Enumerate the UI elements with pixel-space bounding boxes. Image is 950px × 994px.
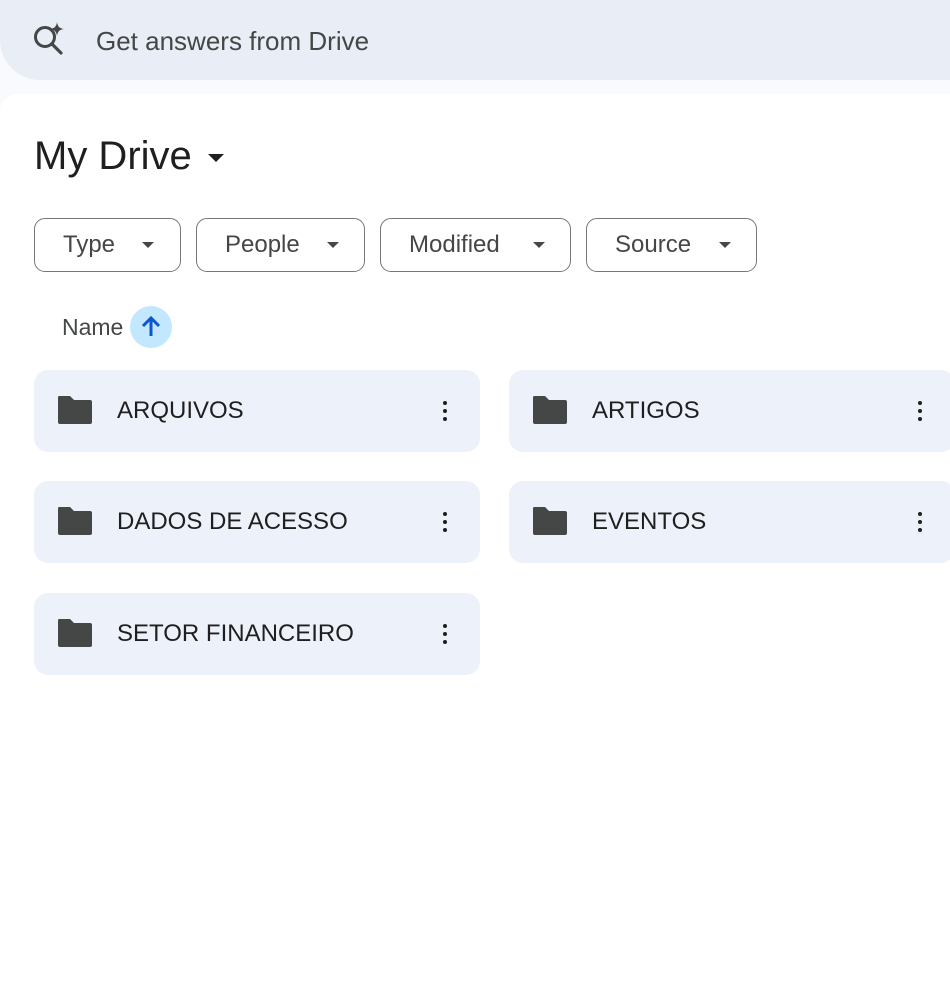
folder-item[interactable]: DADOS DE ACESSO: [34, 481, 480, 563]
caret-down-icon: [207, 154, 224, 162]
folder-icon: [58, 396, 92, 424]
folder-item[interactable]: SETOR FINANCEIRO: [34, 593, 480, 675]
folder-item[interactable]: ARQUIVOS: [34, 370, 480, 452]
page-title: My Drive: [34, 134, 192, 178]
folder-icon: [58, 507, 92, 535]
search-input[interactable]: Get answers from Drive: [96, 26, 369, 56]
folder-icon: [533, 396, 567, 424]
more-vert-icon[interactable]: [430, 396, 460, 426]
caret-down-icon: [719, 242, 731, 248]
sort-direction-button[interactable]: [130, 306, 173, 348]
folder-name: ARQUIVOS: [117, 397, 244, 424]
more-vert-icon[interactable]: [430, 619, 460, 649]
caret-down-icon: [142, 242, 154, 248]
more-vert-icon[interactable]: [905, 396, 935, 426]
filter-people-label: People: [225, 231, 300, 258]
folder-name: EVENTOS: [592, 508, 707, 535]
search-bar[interactable]: Get answers from Drive: [0, 0, 950, 80]
more-vert-icon[interactable]: [430, 507, 460, 537]
folder-name: ARTIGOS: [592, 397, 700, 424]
sort-by-name[interactable]: Name: [62, 306, 173, 348]
filter-type-button[interactable]: Type: [34, 218, 181, 272]
folder-item[interactable]: ARTIGOS: [509, 370, 950, 452]
folder-icon: [58, 619, 92, 647]
more-vert-icon[interactable]: [905, 507, 935, 537]
my-drive-dropdown[interactable]: My Drive: [34, 134, 224, 178]
folder-icon: [533, 507, 567, 535]
sparkle-search-icon: [34, 22, 64, 55]
folder-name: SETOR FINANCEIRO: [117, 620, 354, 647]
arrow-up-icon: [142, 315, 161, 336]
folder-item[interactable]: EVENTOS: [509, 481, 950, 563]
folder-name: DADOS DE ACESSO: [117, 508, 348, 535]
filter-modified-label: Modified: [409, 231, 500, 258]
caret-down-icon: [327, 242, 339, 248]
caret-down-icon: [533, 242, 545, 248]
filter-people-button[interactable]: People: [196, 218, 365, 272]
filter-source-label: Source: [615, 231, 692, 258]
filter-modified-button[interactable]: Modified: [380, 218, 571, 272]
sort-label: Name: [62, 314, 124, 340]
filter-source-button[interactable]: Source: [586, 218, 757, 272]
filter-type-label: Type: [63, 231, 116, 258]
